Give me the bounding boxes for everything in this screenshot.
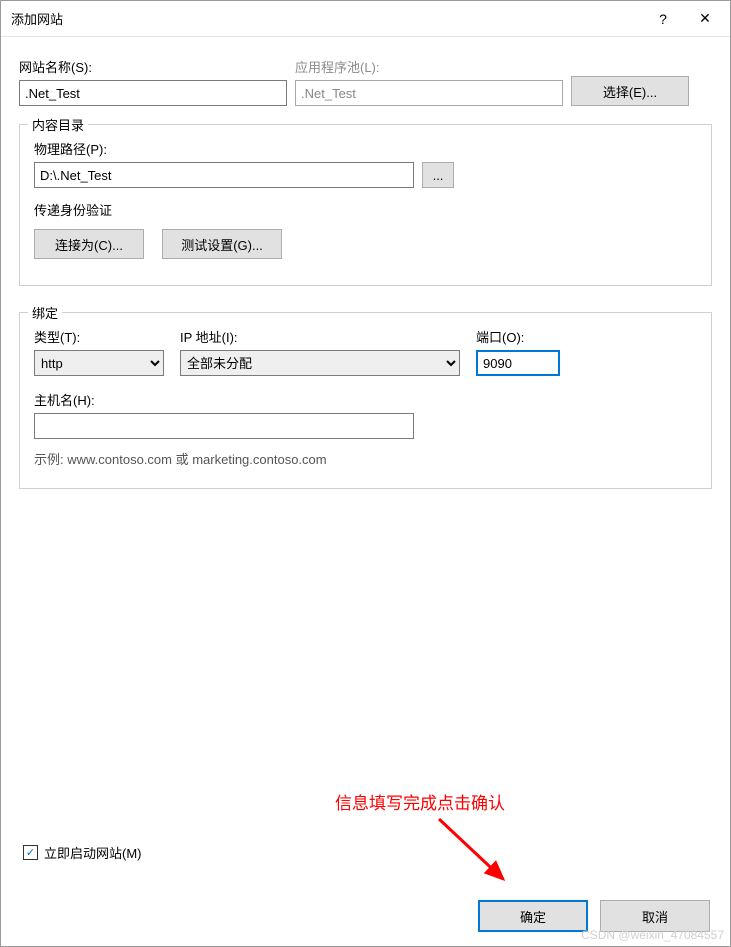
browse-button[interactable]: ... — [422, 162, 454, 188]
window-title: 添加网站 — [11, 9, 642, 28]
host-input[interactable] — [34, 413, 414, 439]
physical-path-input[interactable] — [34, 162, 414, 188]
binding-legend: 绑定 — [28, 303, 62, 322]
close-button[interactable]: ✕ — [684, 4, 726, 34]
port-label: 端口(O): — [476, 327, 560, 346]
site-name-label: 网站名称(S): — [19, 57, 287, 76]
type-select[interactable]: http — [34, 350, 164, 376]
app-pool-label: 应用程序池(L): — [295, 57, 563, 76]
host-example: 示例: www.contoso.com 或 marketing.contoso.… — [34, 449, 697, 468]
binding-group: 绑定 类型(T): http IP 地址(I): 全部未分配 端口(O): 主机… — [19, 312, 712, 489]
watermark: CSDN @weixin_47084557 — [581, 928, 724, 942]
start-site-checkbox-row: ✓ 立即启动网站(M) — [23, 843, 142, 862]
auth-label: 传递身份验证 — [34, 200, 697, 219]
start-site-checkbox[interactable]: ✓ — [23, 845, 38, 860]
port-input[interactable] — [476, 350, 560, 376]
type-label: 类型(T): — [34, 327, 164, 346]
content-dir-legend: 内容目录 — [28, 115, 88, 134]
ip-label: IP 地址(I): — [180, 327, 460, 346]
physical-path-label: 物理路径(P): — [34, 139, 697, 158]
app-pool-input — [295, 80, 563, 106]
help-button[interactable]: ? — [642, 4, 684, 34]
test-settings-button[interactable]: 测试设置(G)... — [162, 229, 282, 259]
titlebar: 添加网站 ? ✕ — [1, 1, 730, 37]
content-directory-group: 内容目录 物理路径(P): ... 传递身份验证 连接为(C)... 测试设置(… — [19, 124, 712, 286]
site-name-input[interactable] — [19, 80, 287, 106]
ok-button[interactable]: 确定 — [478, 900, 588, 932]
select-pool-button[interactable]: 选择(E)... — [571, 76, 689, 106]
host-label: 主机名(H): — [34, 390, 697, 409]
ip-select[interactable]: 全部未分配 — [180, 350, 460, 376]
connect-as-button[interactable]: 连接为(C)... — [34, 229, 144, 259]
annotation-arrow — [431, 811, 521, 891]
start-site-label: 立即启动网站(M) — [44, 843, 142, 862]
